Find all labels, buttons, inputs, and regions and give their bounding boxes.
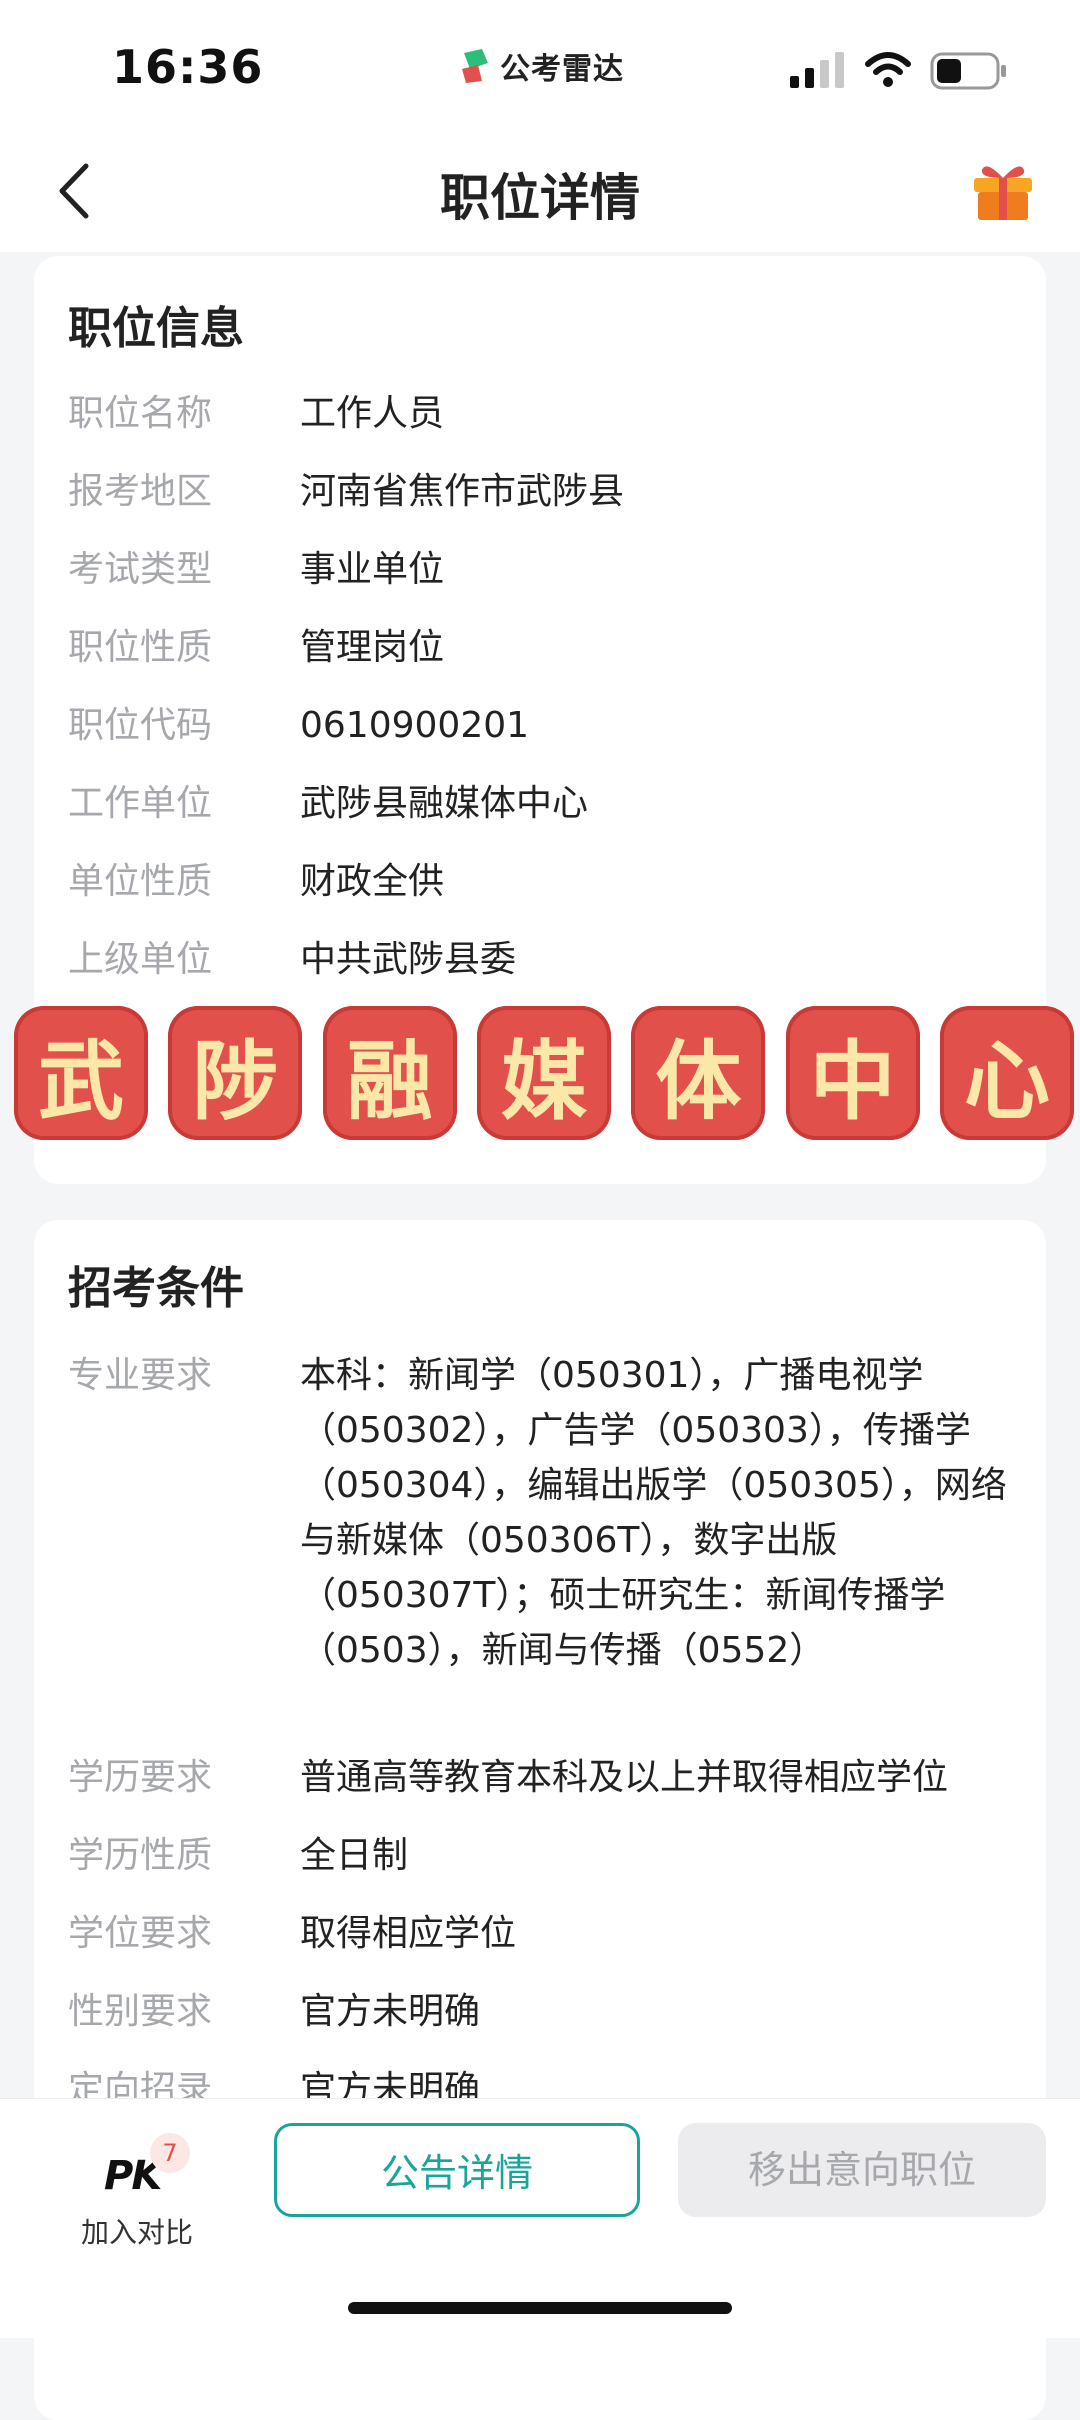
brand: 公考雷达: [460, 44, 624, 88]
info-value: 事业单位: [300, 549, 445, 590]
compare-count-badge: 7: [150, 2133, 190, 2173]
info-value: 武陟县融媒体中心: [300, 783, 589, 824]
info-label: 上级单位: [68, 939, 213, 980]
info-value: 工作人员: [300, 393, 445, 434]
info-value: 财政全供: [300, 861, 445, 902]
nav-bar: 职位详情: [0, 130, 1080, 252]
stamp-char: 媒: [476, 1006, 611, 1140]
brand-name: 公考雷达: [500, 52, 624, 87]
info-value: 中共武陟县委: [300, 939, 517, 980]
info-label: 职位名称: [68, 393, 213, 434]
add-to-compare-label: 加入对比: [80, 2216, 193, 2249]
condition-row-major: 专业要求 本科：新闻学（050301），广播电视学（050302），广告学（05…: [68, 1348, 1028, 1678]
status-bar: 16:36 公考雷达: [0, 0, 1080, 130]
info-row: 考试类型 事业单位: [68, 542, 1028, 598]
page-title: 职位详情: [440, 169, 640, 227]
info-row: 职位名称 工作人员: [68, 386, 1028, 442]
info-row: 单位性质 财政全供: [68, 854, 1028, 910]
condition-label: 专业要求: [68, 1355, 213, 1396]
stamp-char: 体: [631, 1006, 766, 1140]
condition-row: 学历性质 全日制: [68, 1828, 1028, 1884]
wifi-icon: [865, 52, 911, 87]
condition-label: 学历要求: [68, 1757, 213, 1798]
condition-value: 取得相应学位: [300, 1913, 517, 1954]
notice-detail-button[interactable]: 公告详情: [274, 2123, 640, 2217]
condition-row: 学历要求 普通高等教育本科及以上并取得相应学位: [68, 1750, 1028, 1806]
info-label: 单位性质: [68, 861, 213, 902]
info-label: 考试类型: [68, 549, 213, 590]
unit-name-stamp-banner: 武 陟 融 媒 体 中 心: [14, 1006, 1074, 1150]
info-label: 报考地区: [68, 471, 213, 512]
job-info-title: 职位信息: [68, 303, 244, 354]
info-row: 职位性质 管理岗位: [68, 620, 1028, 676]
stamp-char: 融: [322, 1006, 457, 1140]
info-row: 上级单位 中共武陟县委: [68, 932, 1028, 988]
add-to-compare-button[interactable]: PK 7 加入对比: [74, 2119, 200, 2259]
status-time: 16:36: [112, 40, 264, 94]
condition-value: 全日制: [300, 1835, 409, 1876]
gift-icon[interactable]: [968, 154, 1038, 224]
home-indicator: [348, 2302, 732, 2314]
cellular-signal-icon: [790, 52, 844, 88]
info-value: 河南省焦作市武陟县: [300, 471, 625, 512]
stamp-char: 武: [14, 1006, 148, 1140]
condition-value: 普通高等教育本科及以上并取得相应学位: [300, 1757, 949, 1798]
remove-intended-position-button[interactable]: 移出意向职位: [678, 2123, 1046, 2217]
info-label: 工作单位: [68, 783, 213, 824]
brand-logo-icon: [462, 49, 488, 83]
condition-value: 官方未明确: [300, 1991, 481, 2032]
info-row: 报考地区 河南省焦作市武陟县: [68, 464, 1028, 520]
stamp-char: 陟: [168, 1006, 303, 1140]
stamp-char: 心: [939, 1006, 1074, 1140]
condition-row: 学位要求 取得相应学位: [68, 1906, 1028, 1962]
condition-label: 学位要求: [68, 1913, 213, 1954]
condition-row: 性别要求 官方未明确: [68, 1984, 1028, 2040]
info-row: 工作单位 武陟县融媒体中心: [68, 776, 1028, 832]
conditions-title: 招考条件: [68, 1263, 244, 1314]
stamp-char: 中: [785, 1006, 920, 1140]
info-label: 职位代码: [68, 705, 213, 746]
info-label: 职位性质: [68, 627, 213, 668]
info-value: 0610900201: [300, 705, 530, 746]
info-value: 管理岗位: [300, 627, 445, 668]
major-requirement-text: 本科：新闻学（050301），广播电视学（050302），广告学（050303）…: [300, 1355, 1007, 1671]
battery-icon: [930, 52, 1006, 90]
condition-label: 性别要求: [68, 1991, 213, 2032]
condition-label: 学历性质: [68, 1835, 213, 1876]
info-row: 职位代码 0610900201: [68, 698, 1028, 754]
